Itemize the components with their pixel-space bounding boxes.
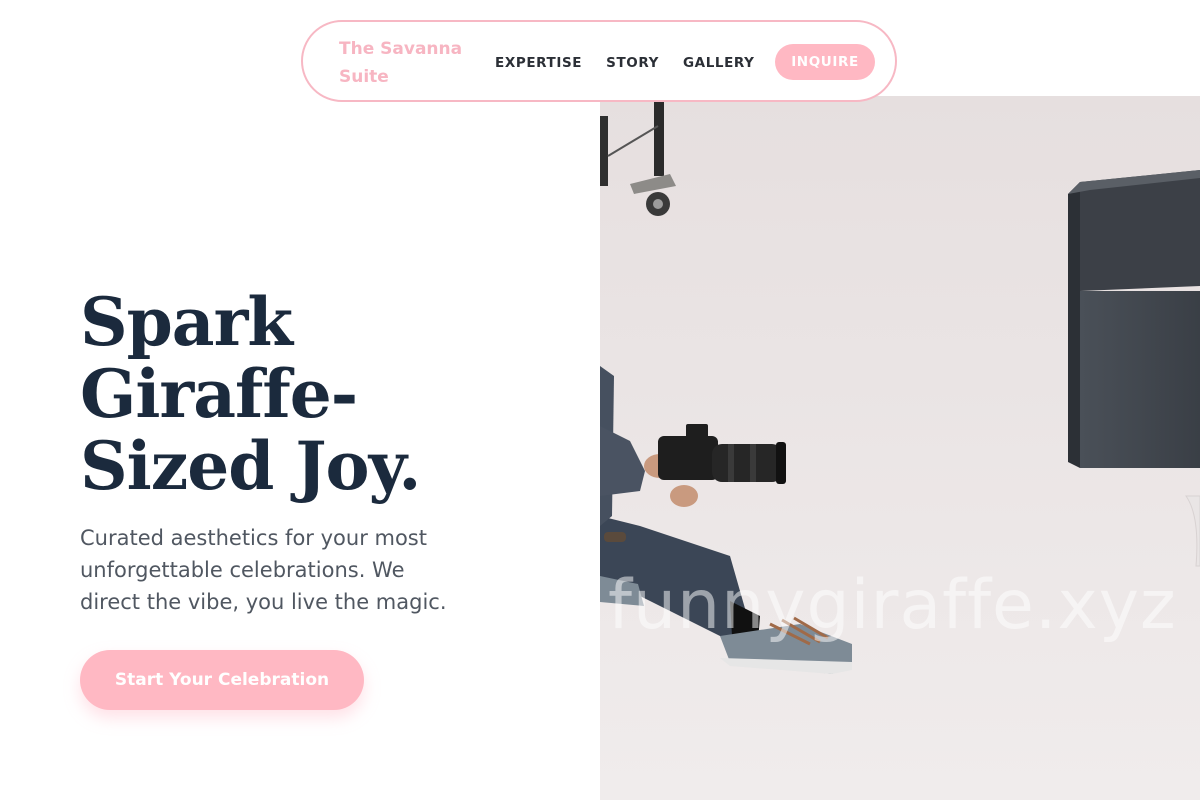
- hero-title-line: Sized Joy.: [80, 427, 421, 505]
- nav-item-story: STORY: [606, 52, 659, 71]
- nav-links: EXPERTISE STORY GALLERY: [495, 22, 755, 100]
- nav-item-expertise: EXPERTISE: [495, 52, 582, 71]
- start-celebration-button[interactable]: Start Your Celebration: [80, 650, 364, 710]
- nav-item-gallery: GALLERY: [683, 52, 755, 71]
- hero-subtitle-line: Curated aesthetics for your most: [80, 526, 427, 550]
- inquire-button[interactable]: INQUIRE: [775, 44, 875, 80]
- photographer-photo: [600, 96, 1200, 800]
- page: The Savanna Suite EXPERTISE STORY GALLER…: [0, 0, 1200, 800]
- nav-link-gallery[interactable]: GALLERY: [683, 55, 755, 71]
- brand-logo-text[interactable]: The Savanna Suite: [339, 35, 489, 91]
- hero-photo: funnygiraffe.xyz: [600, 96, 1200, 800]
- top-nav: The Savanna Suite EXPERTISE STORY GALLER…: [301, 20, 897, 102]
- nav-link-story[interactable]: STORY: [606, 55, 659, 71]
- hero-title-line: Giraffe-: [80, 355, 358, 433]
- hero-title: Spark Giraffe- Sized Joy.: [80, 286, 560, 502]
- nav-link-expertise[interactable]: EXPERTISE: [495, 55, 582, 71]
- hero-subtitle-line: direct the vibe, you live the magic.: [80, 590, 447, 614]
- hero-subtitle-line: unforgettable celebrations. We: [80, 558, 405, 582]
- hero-subtitle: Curated aesthetics for your most unforge…: [80, 522, 520, 618]
- hero-title-line: Spark: [80, 283, 293, 361]
- studio-box-icon: [1068, 170, 1200, 468]
